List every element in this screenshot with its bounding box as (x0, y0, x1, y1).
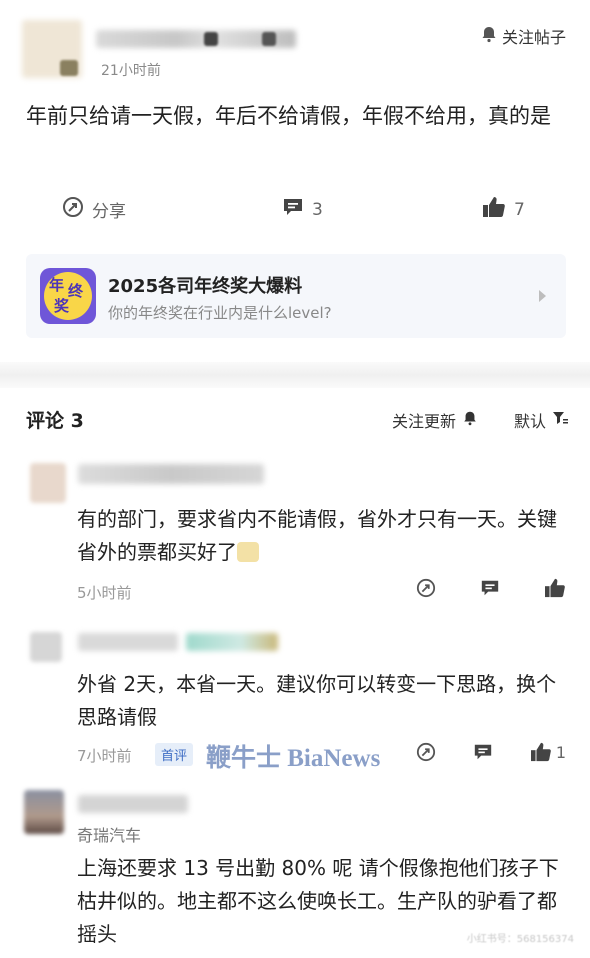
post-author-badge (60, 60, 78, 76)
commenter-badge (186, 633, 278, 651)
thumbs-up-icon (530, 742, 552, 762)
like-button[interactable]: 7 (482, 196, 525, 223)
post-time: 21小时前 (101, 63, 161, 79)
commenter-name[interactable] (78, 633, 178, 651)
chevron-right-icon (539, 290, 546, 302)
avatar[interactable] (24, 790, 64, 834)
follow-updates-label: 关注更新 (391, 412, 456, 431)
follow-post-label: 关注帖子 (501, 28, 566, 47)
section-divider (0, 362, 590, 388)
comments-header: 评论 3 关注更新 默认 (0, 406, 590, 432)
topic-logo-char: 终 (68, 282, 84, 300)
corner-watermark: 小红书号：568156374 (466, 934, 574, 945)
first-comment-badge: 首评 (155, 743, 194, 766)
filter-icon (552, 410, 568, 430)
post-actions: 分享 3 7 (0, 196, 590, 224)
topic-subtitle: 你的年终奖在行业内是什么level? (108, 304, 332, 322)
share-label: 分享 (92, 202, 126, 222)
like-count: 1 (555, 742, 566, 762)
sort-button[interactable]: 默认 (514, 408, 568, 432)
like-button[interactable]: 1 (530, 742, 566, 762)
comment-icon[interactable] (473, 742, 493, 762)
avatar[interactable] (30, 463, 66, 503)
sort-label: 默认 (513, 412, 546, 431)
comment-text: 有的部门，要求省内不能请假，省外才只有一天。关键省外的票都买好了 (77, 503, 567, 569)
avatar[interactable] (30, 632, 62, 662)
comment-actions: 1 (416, 742, 566, 762)
post-author-name-dark2 (262, 32, 276, 46)
comment-icon[interactable] (480, 578, 500, 598)
topic-logo: 年 终 奖 (40, 268, 96, 324)
like-button[interactable] (544, 578, 566, 598)
share-icon[interactable] (416, 578, 436, 598)
thumbs-up-icon (482, 196, 506, 223)
comment-text-content: 有的部门，要求省内不能请假，省外才只有一天。关键省外的票都买好了 (77, 507, 557, 564)
share-icon[interactable] (416, 742, 436, 762)
topic-card[interactable]: 年 终 奖 2025各司年终奖大爆料 你的年终奖在行业内是什么level? (26, 254, 566, 338)
commenter-name[interactable] (78, 795, 188, 813)
bell-icon (480, 25, 498, 47)
thumbs-up-icon (544, 578, 566, 598)
topic-logo-char: 奖 (54, 297, 70, 315)
comment-time: 5小时前 (77, 584, 132, 602)
topic-logo-char: 年 (49, 276, 65, 294)
watermark: 鞭牛士 BiaNews (206, 745, 381, 772)
post-author-name-dark1 (204, 32, 218, 46)
commenter-company: 奇瑞汽车 (77, 826, 142, 845)
share-icon (62, 196, 84, 223)
emoji-icon (237, 542, 259, 562)
topic-title: 2025各司年终奖大爆料 (108, 276, 303, 297)
comment-count: 3 (312, 199, 323, 220)
follow-post-button[interactable]: 关注帖子 (480, 24, 566, 48)
share-button[interactable]: 分享 (62, 196, 126, 223)
comment-icon (282, 196, 304, 223)
comment-actions (416, 578, 566, 598)
commenter-name[interactable] (78, 464, 264, 484)
like-count: 7 (514, 199, 525, 220)
bell-icon (462, 410, 478, 430)
comment-text: 外省 2天，本省一天。建议你可以转变一下思路，换个思路请假 (77, 672, 557, 729)
comment-button[interactable]: 3 (282, 196, 323, 223)
comments-title: 评论 3 (26, 410, 84, 432)
follow-updates-button[interactable]: 关注更新 (392, 408, 478, 432)
comment-time: 7小时前 (77, 747, 132, 765)
post-content: 年前只给请一天假，年后不给请假，年假不给用，真的是 (26, 104, 551, 128)
